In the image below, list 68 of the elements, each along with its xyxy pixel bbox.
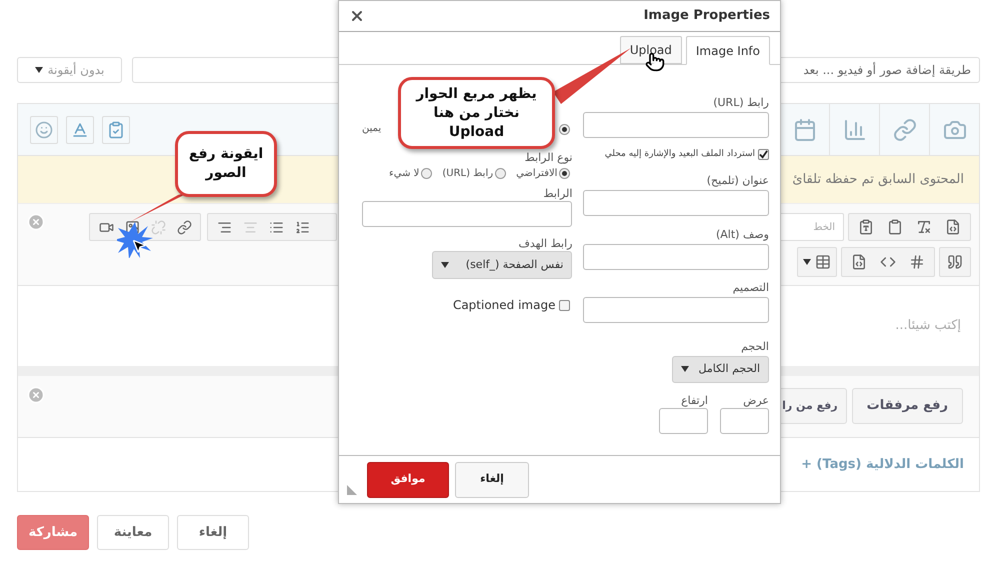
- input-field[interactable]: [583, 190, 769, 216]
- close-icon[interactable]: [349, 8, 365, 24]
- dropdown-arrow-icon: [681, 366, 689, 372]
- field-label: الحجم: [741, 340, 769, 354]
- field-label: التصميم: [732, 280, 769, 294]
- resize-grip-icon[interactable]: [347, 485, 357, 495]
- dropdown-arrow-icon: [34, 67, 43, 73]
- autosave-notice: المحتوى السابق تم حفظه تلقائ: [792, 170, 964, 189]
- field-label: نوع الرابط: [524, 151, 572, 165]
- calendar-icon[interactable]: [792, 118, 816, 142]
- dialog-button[interactable]: إلغاء: [455, 462, 529, 498]
- input-field[interactable]: [583, 296, 769, 322]
- target-select[interactable]: نفس الصفحة (_self): [432, 251, 572, 279]
- tab[interactable]: Image Info: [686, 36, 770, 65]
- checkbox[interactable]: [559, 300, 570, 310]
- clear-format-icon[interactable]: [916, 219, 932, 235]
- action-button[interactable]: معاينة: [97, 515, 169, 550]
- text-color-icon[interactable]: [71, 120, 89, 138]
- radio-button[interactable]: [559, 124, 570, 135]
- checkbox-label: استرداد الملف البعيد والإشارة إليه محلي: [604, 148, 755, 161]
- field-label: رابط (URL): [713, 96, 769, 110]
- burst-icon: [117, 222, 153, 258]
- upload-button[interactable]: رفع مرفقات: [852, 388, 963, 424]
- radio-label: الافتراضي: [516, 167, 558, 181]
- link-icon[interactable]: [176, 220, 192, 234]
- input-field[interactable]: [583, 112, 769, 138]
- action-button[interactable]: إلغاء: [177, 515, 249, 550]
- paste-word-icon[interactable]: [858, 219, 874, 235]
- quote-icon[interactable]: [947, 254, 963, 270]
- smiley-icon[interactable]: [35, 120, 53, 138]
- field-label: رابط الهدف: [518, 237, 572, 251]
- radio-label: لا شيء: [389, 167, 420, 181]
- dropdown-arrow-icon: [803, 259, 811, 265]
- size-select[interactable]: الحجم الكامل: [672, 356, 769, 382]
- dialog-title: Image Properties: [644, 7, 770, 26]
- unlink-icon[interactable]: [150, 220, 166, 234]
- numbered-list-icon[interactable]: [294, 220, 310, 234]
- field-label: الرابط: [543, 187, 572, 201]
- dialog-button[interactable]: موافق: [367, 462, 449, 498]
- bullet-list-icon[interactable]: [268, 220, 284, 234]
- radio-button[interactable]: [495, 168, 506, 179]
- dropdown-arrow-icon: [441, 262, 450, 268]
- clipboard-icon[interactable]: [107, 120, 125, 138]
- checkbox[interactable]: [758, 149, 769, 160]
- field-label: عنوان (تلميح): [706, 174, 769, 188]
- paste-text-icon[interactable]: [887, 219, 903, 235]
- field-label: وصف (Alt): [716, 228, 769, 242]
- align-icon[interactable]: [216, 220, 232, 234]
- input-field[interactable]: [362, 201, 572, 227]
- bar-chart-icon[interactable]: [842, 118, 866, 142]
- php-file-icon[interactable]: [851, 254, 867, 270]
- source-icon[interactable]: [945, 219, 961, 235]
- field-label: عرض: [743, 394, 769, 408]
- input-field[interactable]: [583, 244, 769, 270]
- hashtag-icon[interactable]: [909, 254, 925, 270]
- input-field[interactable]: [720, 408, 769, 434]
- table-button[interactable]: [797, 247, 837, 277]
- callout-text: ايقونة رفع الصور: [188, 145, 264, 183]
- radio-label: يمين: [362, 122, 382, 136]
- input-field[interactable]: [659, 408, 708, 434]
- radio-button[interactable]: [421, 168, 432, 179]
- cursor-icon: [131, 238, 147, 254]
- callout-text: يظهر مربع الحوار نختار من هنا Upload: [416, 84, 537, 142]
- field-label: ارتفاع: [681, 394, 708, 408]
- radio-label: رابط (URL): [442, 167, 494, 181]
- table-icon: [815, 254, 831, 270]
- radio-button[interactable]: [559, 168, 570, 179]
- checkbox-label: Captioned image: [452, 297, 556, 314]
